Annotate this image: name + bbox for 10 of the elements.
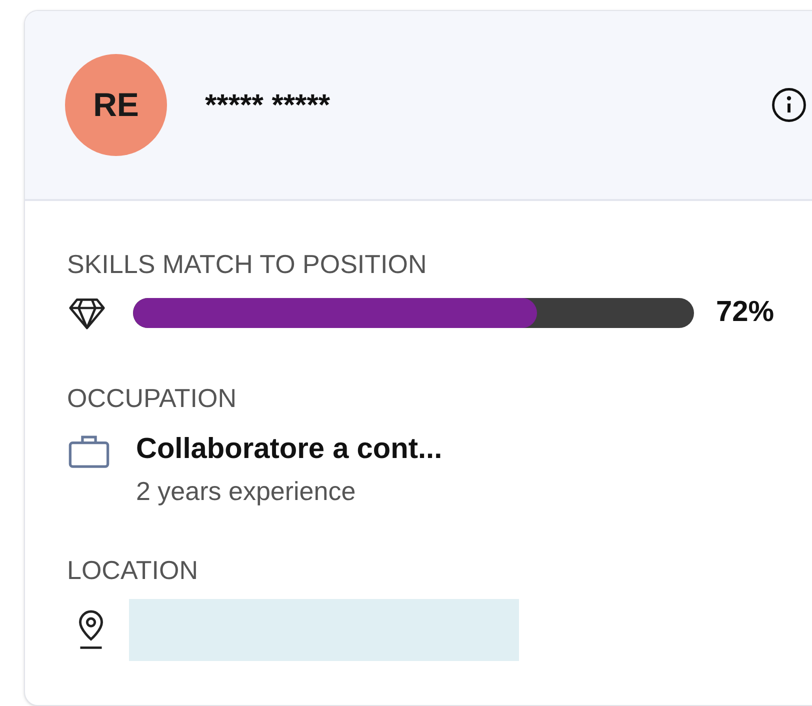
info-icon[interactable] — [771, 87, 807, 123]
avatar: RE — [65, 54, 167, 156]
candidate-name: ***** ***** — [205, 88, 332, 124]
occupation-title: Collaboratore a cont... — [136, 432, 442, 466]
experience-text: 2 years experience — [136, 474, 357, 506]
section-label: OCCUPATION — [67, 382, 238, 414]
section-label: LOCATION — [67, 554, 199, 586]
diamond-icon — [67, 296, 107, 330]
section-label: SKILLS MATCH TO POSITION — [67, 248, 428, 281]
match-percentage: 72% — [716, 295, 774, 330]
